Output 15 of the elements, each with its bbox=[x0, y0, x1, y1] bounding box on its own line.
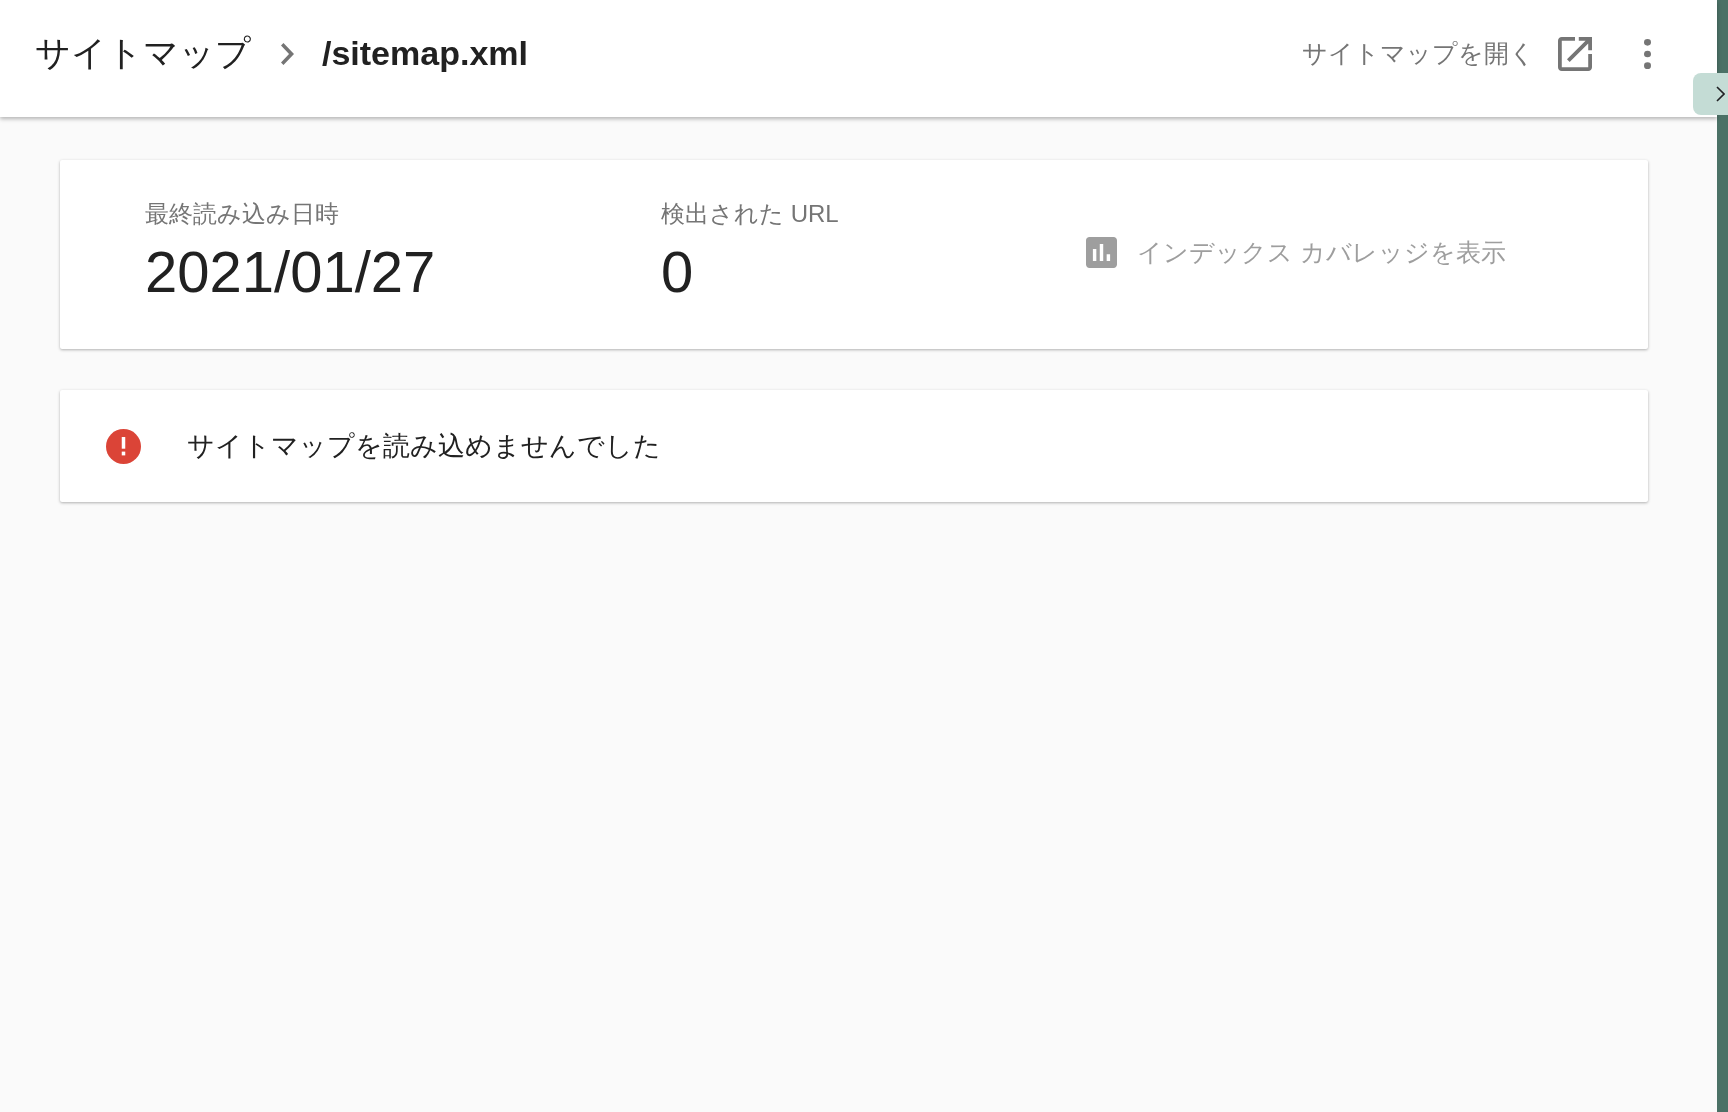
alert-message: サイトマップを読み込めませんでした bbox=[187, 430, 661, 464]
side-panel-tab[interactable] bbox=[1693, 73, 1728, 115]
error-icon bbox=[106, 429, 141, 464]
stat-value: 2021/01/27 bbox=[145, 238, 436, 306]
page-title: /sitemap.xml bbox=[322, 34, 528, 73]
chevron-right-icon bbox=[281, 42, 294, 65]
stat-label: 最終読み込み日時 bbox=[145, 200, 339, 229]
open-sitemap-link[interactable]: サイトマップを開く bbox=[1302, 36, 1592, 71]
chevron-right-icon bbox=[1716, 86, 1725, 102]
breadcrumb-link[interactable]: サイトマップ bbox=[35, 30, 251, 77]
external-link-icon bbox=[1558, 36, 1592, 71]
stat-label: 検出された URL bbox=[661, 200, 839, 229]
more-icon[interactable] bbox=[1643, 38, 1651, 69]
bar-chart-icon bbox=[1086, 237, 1117, 269]
stat-value: 0 bbox=[661, 238, 694, 306]
